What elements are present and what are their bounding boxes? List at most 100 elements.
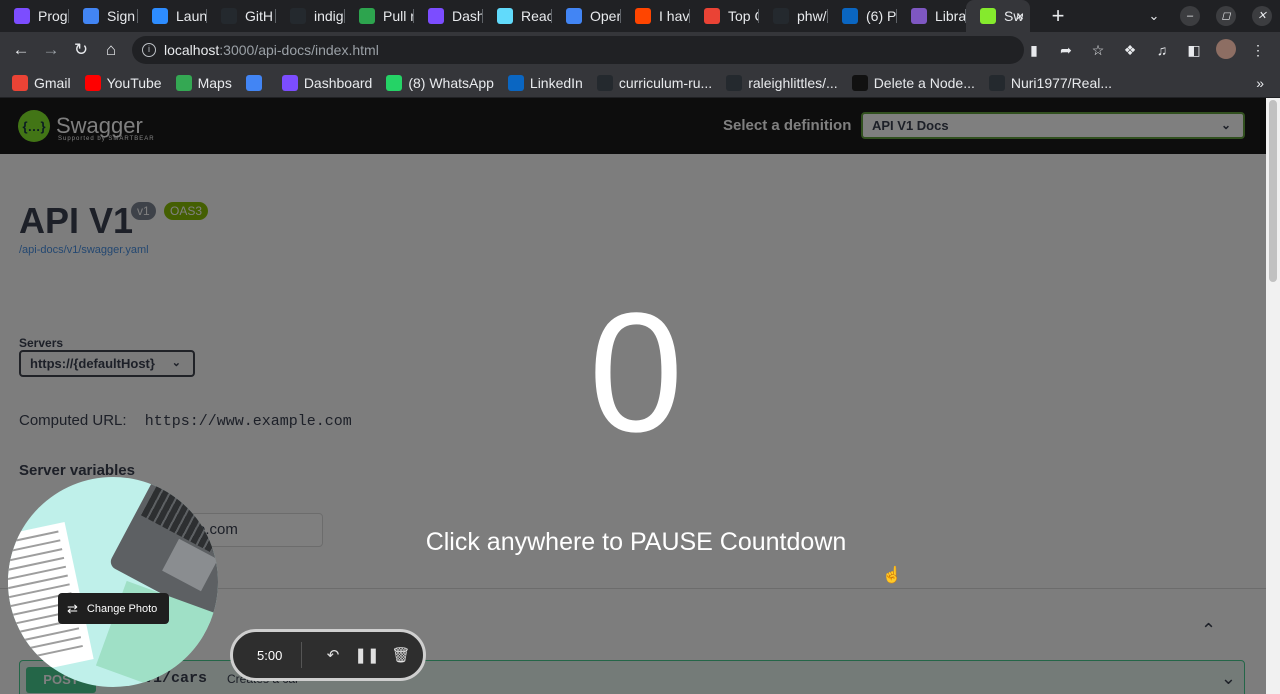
menu-icon[interactable]: ⋮ (1242, 42, 1274, 59)
linkedin-icon (842, 8, 858, 24)
bookmark-label: LinkedIn (529, 74, 583, 91)
google-icon (245, 74, 262, 91)
bookmark-item[interactable]: curriculum-ru... (596, 74, 712, 91)
close-tab-icon[interactable]: × (1016, 8, 1024, 24)
tab-title: Pull r (383, 8, 414, 24)
address-host: localhost (164, 42, 220, 58)
hub-icon (14, 8, 30, 24)
trash-icon[interactable]: 🗑 (384, 646, 418, 664)
bookmark-label: Maps (197, 74, 232, 91)
bookmark-label: YouTube (106, 74, 162, 91)
tab-title: Reac (521, 8, 552, 24)
browser-tab[interactable]: Oper (552, 0, 621, 32)
github-icon (773, 8, 789, 24)
swap-icon: ⇄ (67, 600, 78, 616)
browser-tab[interactable]: Laun (138, 0, 207, 32)
google-icon (566, 8, 582, 24)
camera-icon[interactable]: ▮ (1018, 42, 1050, 59)
scrollbar-thumb[interactable] (1269, 100, 1277, 282)
minimize-icon[interactable]: – (1172, 6, 1208, 26)
bookmark-item[interactable]: Delete a Node... (851, 74, 975, 91)
share-icon[interactable]: ➦ (1050, 42, 1082, 59)
window-controls: ⌄ – ◻ ✕ (1136, 0, 1280, 32)
bookmark-label: Delete a Node... (873, 74, 975, 91)
browser-tab[interactable]: Sw × (966, 0, 1030, 32)
tab-title: Libra (935, 8, 966, 24)
side-panel-icon[interactable]: ◧ (1178, 42, 1210, 59)
bookmark-item[interactable]: Nuri1977/Real... (988, 74, 1113, 91)
screen: Prog Sign Laun GitH indig Pull r Dash Reac Oper I… (0, 0, 1280, 694)
gmail-icon (12, 74, 28, 91)
linkedin-icon (507, 74, 524, 91)
tab-title: Oper (590, 8, 621, 24)
reload-icon[interactable]: ↻ (66, 40, 96, 60)
youtube-icon (84, 74, 101, 91)
hand-cursor-icon: ☝ (882, 567, 902, 584)
profile-avatar[interactable] (1210, 38, 1242, 62)
maximize-icon[interactable]: ◻ (1208, 6, 1244, 26)
recorder-controls: 5:00 ↶ ❚❚ 🗑 (230, 629, 426, 681)
bookmark-item[interactable]: Gmail (12, 74, 71, 91)
browser-tab[interactable]: I have (621, 0, 690, 32)
bookmarks-bar: Gmail YouTube Maps Dashboard (8) WhatsApp Lin… (0, 68, 1280, 98)
github-icon (988, 74, 1005, 91)
browser-tab[interactable]: Top C (690, 0, 759, 32)
tab-title: indig (314, 8, 344, 24)
bookmark-item[interactable]: LinkedIn (507, 74, 583, 91)
tab-title: Sign (107, 8, 136, 24)
bookmarks-overflow-icon[interactable]: » (1256, 75, 1264, 91)
google-icon (83, 8, 99, 24)
browser-tab[interactable]: Prog (0, 0, 69, 32)
extensions-icon[interactable]: ❖ (1114, 42, 1146, 59)
github-icon (221, 8, 237, 24)
browser-tab[interactable]: Libra (897, 0, 966, 32)
browser-tab[interactable]: Sign (69, 0, 138, 32)
toolbar-actions: ▮ ➦ ☆ ❖ ♫ ◧ ⋮ (1018, 32, 1274, 68)
tab-search-icon[interactable]: ⌄ (1136, 8, 1172, 24)
site-info-icon[interactable]: i (142, 43, 156, 57)
browser-tab[interactable]: phw/ (759, 0, 828, 32)
bookmark-star-icon[interactable]: ☆ (1082, 42, 1114, 59)
address-path: :3000/api-docs/index.html (219, 42, 379, 58)
bookmark-item[interactable]: (8) WhatsApp (386, 74, 494, 91)
reddit-icon (635, 8, 651, 24)
undo-icon[interactable]: ↶ (316, 646, 350, 664)
pause-icon[interactable]: ❚❚ (350, 646, 384, 664)
tab-title: Prog (38, 8, 68, 24)
tab-title: (6) Po (866, 8, 897, 24)
browser-tab[interactable]: Pull r (345, 0, 414, 32)
bookmark-label: Nuri1977/Real... (1010, 74, 1113, 91)
controls-divider (301, 642, 302, 668)
browser-tab[interactable]: Dash (414, 0, 483, 32)
react-icon (497, 8, 513, 24)
address-bar[interactable]: i localhost :3000/api-docs/index.html (132, 36, 1024, 64)
browser-tab[interactable]: Reac (483, 0, 552, 32)
bookmark-item[interactable]: YouTube (84, 74, 162, 91)
bookmark-label: Gmail (34, 74, 71, 91)
tab-title: I have (659, 8, 690, 24)
hub-icon (428, 8, 444, 24)
github-icon (726, 74, 743, 91)
browser-tab[interactable]: indig (276, 0, 345, 32)
back-icon[interactable]: ← (6, 40, 36, 60)
bookmark-item[interactable]: Dashboard (281, 74, 372, 91)
bookmark-item[interactable] (245, 74, 268, 91)
tab-title: Dash (452, 8, 483, 24)
media-icon[interactable]: ♫ (1146, 42, 1178, 58)
tab-title: Top C (728, 8, 759, 24)
camera-bubble[interactable] (8, 477, 218, 687)
browser-tab[interactable]: GitH (207, 0, 276, 32)
zoom-icon (152, 8, 168, 24)
browser-toolbar: ← → ↻ ⌂ i localhost :3000/api-docs/index… (0, 32, 1280, 68)
bookmark-item[interactable]: Maps (175, 74, 232, 91)
forward-icon[interactable]: → (36, 40, 66, 60)
bookmark-item[interactable]: raleighlittles/... (726, 74, 838, 91)
gear-icon (911, 8, 927, 24)
close-window-icon[interactable]: ✕ (1244, 6, 1280, 26)
new-tab-button[interactable]: + (1038, 3, 1078, 29)
change-photo-button[interactable]: ⇄ Change Photo (58, 593, 169, 624)
browser-tab[interactable]: (6) Po (828, 0, 897, 32)
home-icon[interactable]: ⌂ (96, 40, 126, 60)
github-icon (596, 74, 613, 91)
dot-icon (704, 8, 720, 24)
